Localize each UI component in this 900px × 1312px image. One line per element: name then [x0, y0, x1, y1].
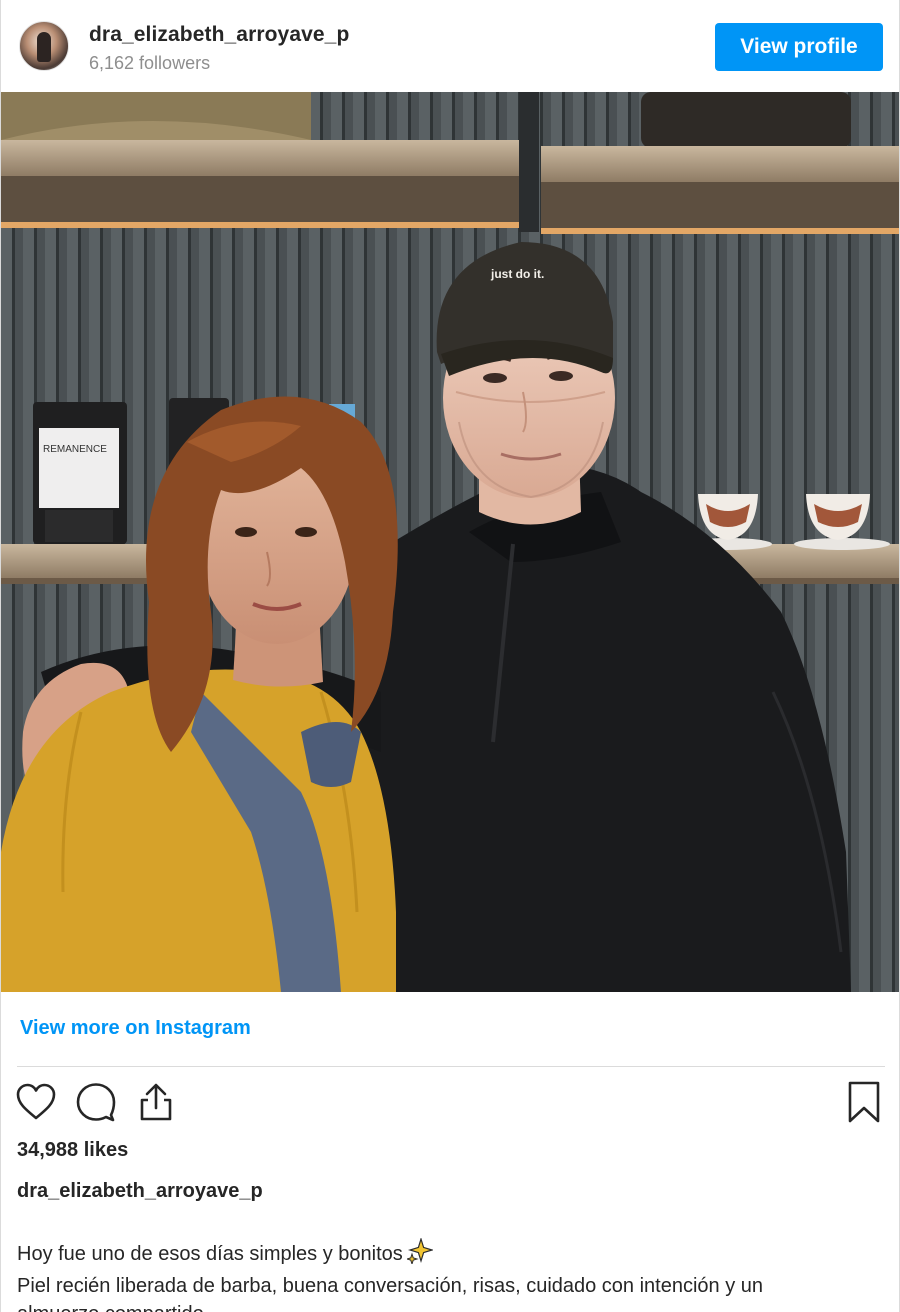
caption-line-1-text: Hoy fue uno de esos días simples y bonit…	[17, 1243, 403, 1265]
heart-icon[interactable]	[14, 1080, 58, 1124]
follower-count: 6,162 followers	[89, 53, 211, 73]
instagram-embed-card: dra_elizabeth_arroyave_p 6,162 followers…	[0, 0, 900, 1312]
profile-username[interactable]: dra_elizabeth_arroyave_p	[89, 23, 349, 47]
caption-line-1: Hoy fue uno de esos días simples y bonit…	[17, 1236, 887, 1272]
divider	[17, 1066, 885, 1067]
profile-avatar[interactable]	[19, 21, 69, 71]
view-more-on-instagram-link[interactable]: View more on Instagram	[20, 1017, 251, 1040]
post-header: dra_elizabeth_arroyave_p 6,162 followers…	[1, 0, 899, 92]
cap-logo-text: just do it.	[490, 267, 544, 281]
share-upload-icon[interactable]	[134, 1080, 178, 1124]
post-action-bar	[1, 1076, 899, 1128]
coffee-bag-label: REMANENCE	[43, 444, 107, 455]
like-count[interactable]: 34,988 likes	[17, 1139, 128, 1162]
post-photo[interactable]: REMANENCE just do it.	[1, 92, 899, 992]
post-caption: Hoy fue uno de esos días simples y bonit…	[17, 1236, 887, 1312]
comment-bubble-icon[interactable]	[74, 1080, 118, 1124]
sparkles-icon	[405, 1236, 434, 1272]
caption-line-3: almuerzo compartido.	[17, 1300, 887, 1312]
caption-line-2: Piel recién liberada de barba, buena con…	[17, 1275, 764, 1297]
view-profile-button[interactable]: View profile	[715, 23, 883, 71]
bookmark-icon[interactable]	[842, 1080, 886, 1124]
caption-username[interactable]: dra_elizabeth_arroyave_p	[17, 1180, 263, 1203]
